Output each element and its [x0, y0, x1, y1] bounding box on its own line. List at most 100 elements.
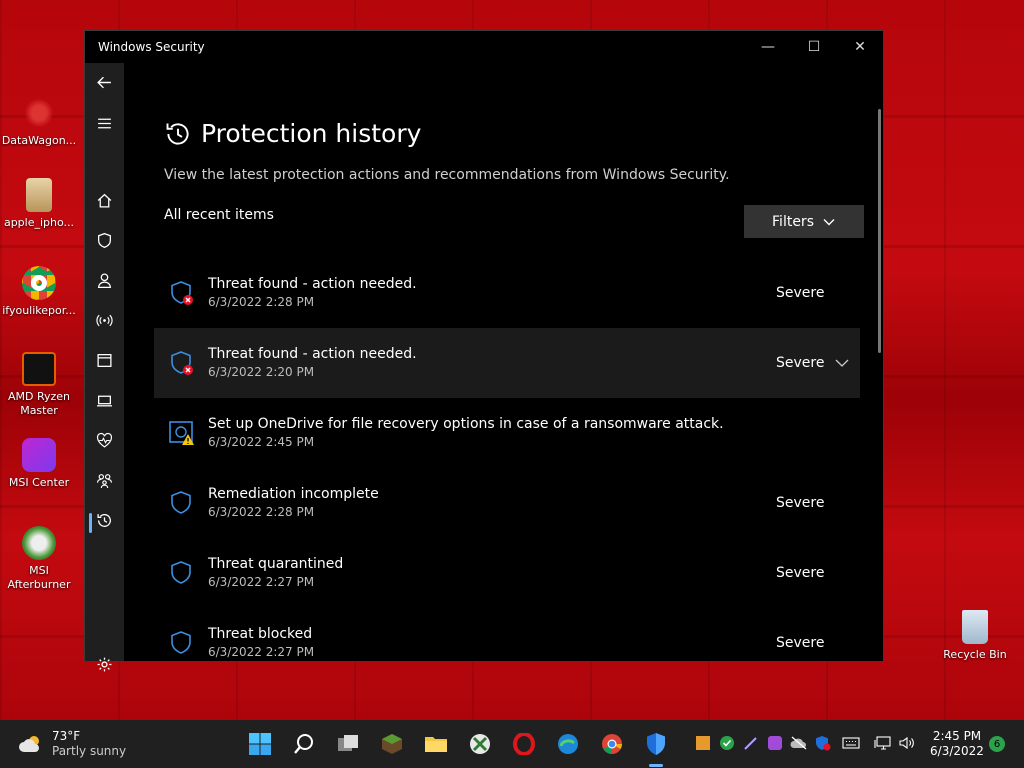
msi-center-icon — [22, 438, 56, 472]
desktop-icon-ryzen-master[interactable]: AMD Ryzen Master — [0, 352, 78, 418]
item-title: Remediation incomplete — [208, 486, 379, 502]
item-time: 6/3/2022 2:27 PM — [208, 645, 315, 659]
edge-icon — [558, 734, 578, 754]
chevron-down-icon[interactable] — [834, 355, 850, 371]
nav-device-performance[interactable] — [85, 425, 124, 455]
back-button[interactable] — [85, 67, 124, 97]
filters-button[interactable]: Filters — [744, 205, 864, 238]
item-title: Threat blocked — [208, 626, 313, 642]
taskbar-file-explorer[interactable] — [422, 730, 450, 758]
taskbar-chrome[interactable] — [598, 730, 626, 758]
desktop-icon-recycle-bin[interactable]: Recycle Bin — [936, 610, 1014, 662]
active-app-indicator — [649, 764, 663, 767]
windows-logo-icon — [249, 733, 271, 755]
nav-firewall[interactable] — [85, 305, 124, 335]
shield-x-icon — [168, 279, 196, 307]
close-button[interactable]: ✕ — [837, 31, 883, 63]
nav-virus-protection[interactable] — [85, 225, 124, 255]
weather-temp: 73°F — [52, 729, 81, 743]
menu-button[interactable] — [85, 108, 124, 138]
tray-app-3[interactable] — [742, 734, 760, 752]
title-bar[interactable]: Windows Security — ☐ ✕ — [85, 31, 883, 63]
hamburger-icon — [98, 118, 111, 128]
item-severity: Severe — [776, 355, 825, 371]
volume-icon — [899, 736, 914, 750]
back-arrow-icon — [97, 76, 111, 88]
windows-security-window: Windows Security — ☐ ✕ Protection histor… — [84, 30, 884, 671]
desktop-icon-datawagon[interactable]: DataWagon... — [0, 96, 78, 148]
item-severity: Severe — [776, 635, 825, 651]
shield-icon — [647, 733, 665, 755]
desktop-icon-label: apple_ipho... — [3, 216, 75, 229]
nav-account-protection[interactable] — [85, 265, 124, 295]
page-title: Protection history — [164, 119, 421, 148]
datawagon-icon — [22, 96, 56, 130]
desktop-icon-label: DataWagon... — [1, 134, 77, 147]
item-time: 6/3/2022 2:27 PM — [208, 575, 315, 589]
tray-volume[interactable] — [898, 734, 916, 752]
search-icon — [294, 734, 313, 754]
nav-family-options[interactable] — [85, 465, 124, 495]
search-button[interactable] — [290, 730, 318, 758]
filters-label: Filters — [772, 213, 814, 230]
xbox-icon — [470, 734, 490, 754]
minimize-button[interactable]: — — [745, 31, 791, 63]
feather-icon — [744, 737, 757, 750]
tray-app-1[interactable] — [694, 734, 712, 752]
tray-app-5[interactable] — [790, 734, 808, 752]
desktop-icon-chrome[interactable]: ifyoulikepor... — [0, 266, 78, 318]
page-scrollbar[interactable] — [878, 109, 881, 353]
cloud-off-icon — [790, 736, 807, 750]
chevron-down-icon — [823, 218, 835, 225]
taskbar-xbox[interactable] — [466, 730, 494, 758]
minecraft-icon — [382, 734, 402, 754]
history-item[interactable]: Threat quarantined 6/3/2022 2:27 PM Seve… — [154, 538, 860, 608]
section-label: All recent items — [164, 207, 274, 223]
history-list: Threat found - action needed. 6/3/2022 2… — [154, 258, 860, 661]
history-item[interactable]: Threat blocked 6/3/2022 2:27 PM Severe — [154, 608, 860, 661]
person-icon — [98, 272, 111, 288]
tray-network[interactable] — [874, 734, 892, 752]
tray-app-4[interactable] — [766, 734, 784, 752]
weather-desc: Partly sunny — [52, 744, 127, 758]
history-item[interactable]: Remediation incomplete 6/3/2022 2:28 PM … — [154, 468, 860, 538]
gear-icon — [97, 657, 112, 671]
item-severity: Severe — [776, 565, 825, 581]
maximize-button[interactable]: ☐ — [791, 31, 837, 63]
shield-icon — [168, 629, 196, 657]
taskbar-minecraft[interactable] — [378, 730, 406, 758]
tray-app-icon — [696, 736, 710, 750]
shield-icon — [98, 232, 111, 248]
chrome-icon — [22, 266, 56, 300]
item-severity: Severe — [776, 495, 825, 511]
taskbar-opera[interactable] — [510, 730, 538, 758]
nav-settings[interactable] — [85, 649, 124, 679]
nav-home[interactable] — [85, 185, 124, 215]
desktop-icon-label: MSI Afterburner — [7, 564, 71, 591]
chrome-icon — [602, 734, 622, 754]
tray-windows-security[interactable] — [814, 734, 832, 752]
task-view-button[interactable] — [334, 730, 362, 758]
nav-protection-history[interactable] — [85, 505, 124, 535]
folder-icon — [425, 737, 447, 752]
history-item[interactable]: Threat found - action needed. 6/3/2022 2… — [154, 258, 860, 328]
nav-app-browser[interactable] — [85, 345, 124, 375]
network-icon — [96, 314, 113, 326]
taskbar-edge[interactable] — [554, 730, 582, 758]
taskbar-windows-security[interactable] — [642, 730, 670, 758]
start-button[interactable] — [246, 730, 274, 758]
weather-widget[interactable]: 73°F Partly sunny — [18, 729, 126, 759]
tray-keyboard[interactable] — [842, 734, 860, 752]
tray-app-2[interactable] — [718, 734, 736, 752]
shield-icon — [168, 559, 196, 587]
desktop-icon-msi-center[interactable]: MSI Center — [0, 438, 78, 490]
desktop-icon-apple-iphone[interactable]: apple_ipho... — [0, 178, 78, 230]
notification-badge[interactable]: 6 — [989, 736, 1005, 752]
history-item[interactable]: Threat found - action needed. 6/3/2022 2… — [154, 328, 860, 398]
taskbar-clock[interactable]: 2:45 PM 6/3/2022 — [928, 729, 986, 759]
history-item[interactable]: Set up OneDrive for file recovery option… — [154, 398, 860, 468]
main-content: Protection history View the latest prote… — [124, 63, 883, 661]
page-title-text: Protection history — [201, 119, 422, 148]
nav-device-security[interactable] — [85, 385, 124, 415]
desktop-icon-msi-afterburner[interactable]: MSI Afterburner — [0, 526, 78, 592]
